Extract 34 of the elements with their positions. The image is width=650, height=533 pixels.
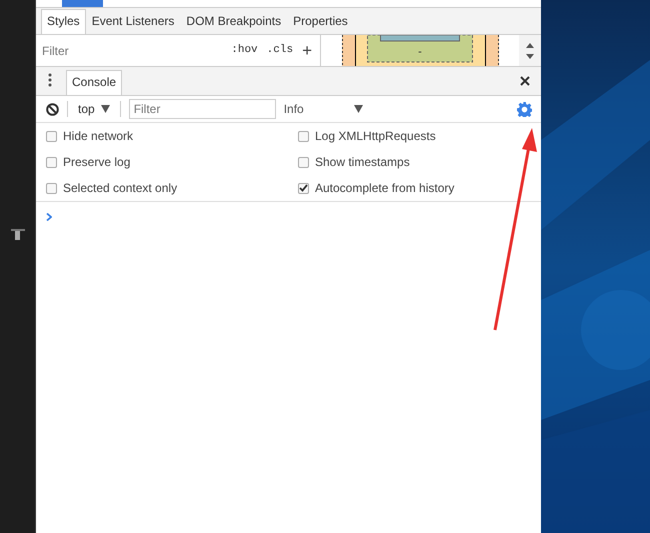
panel-tab[interactable]: Properties — [287, 9, 354, 34]
clear-console-icon[interactable] — [46, 102, 59, 116]
checkbox[interactable] — [298, 130, 309, 142]
checkbox-label: Autocomplete from history — [315, 180, 454, 197]
filter-field[interactable]: Filter — [128, 99, 276, 119]
checkbox-label: Log XMLHttpRequests — [315, 128, 436, 145]
class-toggle[interactable]: .cls — [266, 42, 294, 59]
checkbox-label: Preserve log — [63, 154, 130, 171]
new-rule-button[interactable]: + — [302, 38, 312, 64]
checkbox-label: Selected context only — [63, 180, 178, 197]
checkbox[interactable] — [298, 182, 309, 194]
log-level-dropdown[interactable]: Info — [284, 100, 363, 118]
settings-icon[interactable] — [517, 102, 532, 116]
close-icon[interactable] — [520, 76, 530, 86]
drawer-tab[interactable]: Console — [66, 70, 122, 95]
text-cursor-icon — [10, 229, 24, 240]
prompt-chevron-icon — [46, 212, 52, 221]
hover-state-toggle[interactable]: :hov — [231, 42, 258, 59]
panel-tab[interactable]: Event Listeners — [86, 9, 180, 34]
more-menu-icon[interactable] — [48, 73, 52, 87]
checkbox[interactable] — [46, 156, 57, 168]
context-dropdown[interactable]: top — [76, 100, 112, 118]
checkbox-label: Hide network — [63, 128, 134, 145]
panel-tab[interactable]: DOM Breakpoints — [180, 9, 288, 34]
checkbox[interactable] — [46, 182, 57, 194]
caret-icon — [354, 105, 363, 113]
scroll-up-icon[interactable] — [526, 42, 534, 48]
checkbox[interactable] — [46, 130, 57, 142]
panel-tab[interactable]: Styles — [41, 9, 86, 34]
checkbox-label: Show timestamps — [315, 154, 410, 171]
scroll-down-icon[interactable] — [526, 54, 534, 58]
caret-icon — [100, 105, 110, 113]
checkbox[interactable] — [298, 156, 309, 168]
box-model-value: - — [418, 46, 422, 58]
